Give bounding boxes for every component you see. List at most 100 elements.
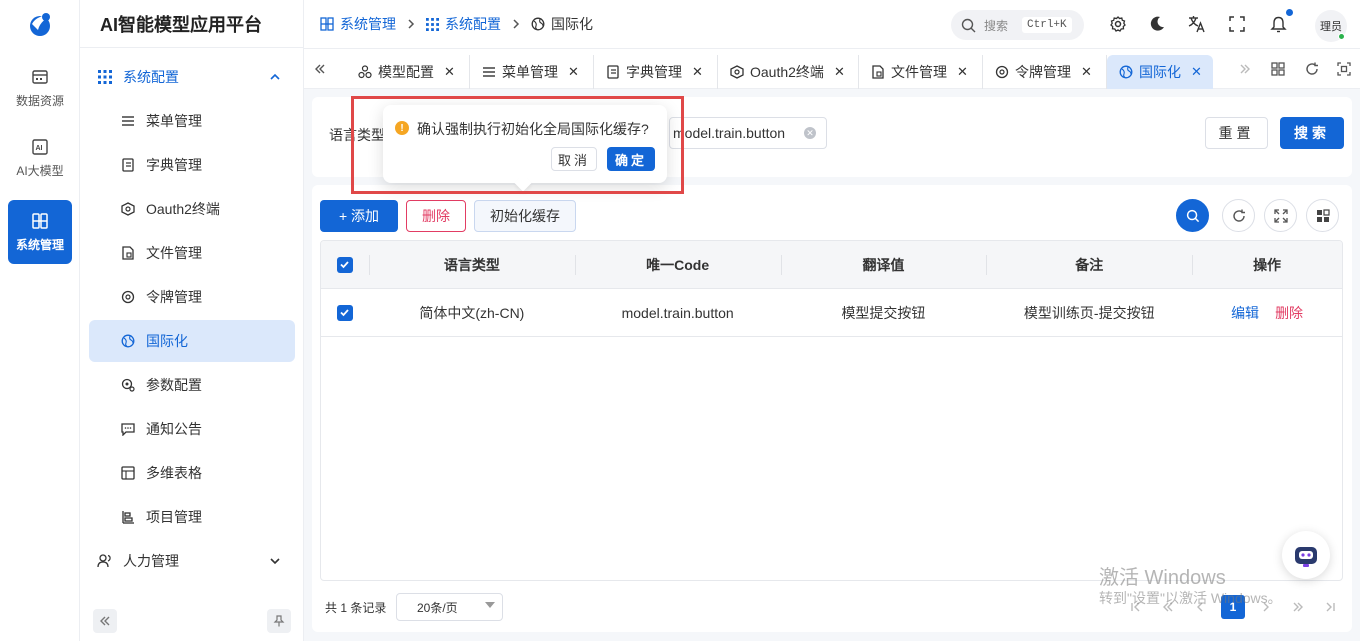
sidebar-item-notices[interactable]: 通知公告 <box>89 408 295 450</box>
sidebar-item-menu[interactable]: 菜单管理 <box>89 100 295 142</box>
last-page-button[interactable] <box>1318 595 1342 619</box>
tab-files[interactable]: 文件管理 ✕ <box>859 55 983 89</box>
tabs-scroll-left-button[interactable] <box>310 59 330 79</box>
tab-model-config[interactable]: 模型配置 ✕ <box>346 55 470 89</box>
breadcrumb-label: 国际化 <box>551 16 593 32</box>
rail-item-label: 系统管理 <box>15 237 64 252</box>
close-icon[interactable]: ✕ <box>957 64 968 80</box>
toggle-search-button[interactable] <box>1176 199 1209 232</box>
breadcrumb-item[interactable]: 系统管理 <box>320 14 396 34</box>
language-button[interactable] <box>1187 14 1207 34</box>
oauth-icon <box>730 65 744 79</box>
init-cache-button[interactable]: 初始化缓存 <box>474 200 576 232</box>
sidebar-item-oauth2[interactable]: Oauth2终端 <box>89 188 295 230</box>
chevron-right-icon <box>406 19 416 29</box>
table-icon <box>120 465 136 481</box>
collapse-sidebar-button[interactable] <box>93 609 117 633</box>
close-icon[interactable]: ✕ <box>834 64 845 80</box>
page-size-select[interactable]: 20条/页 <box>396 593 503 621</box>
table-header: 语言类型 唯一Code 翻译值 备注 操作 <box>321 241 1342 289</box>
pin-sidebar-button[interactable] <box>267 609 291 633</box>
code-input[interactable]: model.train.button ✕ <box>669 117 827 149</box>
avatar[interactable]: 理员 <box>1315 10 1347 42</box>
maximize-icon <box>1337 62 1351 76</box>
edit-link[interactable]: 编辑 <box>1231 303 1259 323</box>
file-icon <box>871 65 885 79</box>
sidebar-item-params[interactable]: 参数配置 <box>89 364 295 406</box>
sidebar-item-projects[interactable]: 项目管理 <box>89 496 295 538</box>
theme-toggle-button[interactable] <box>1147 14 1167 34</box>
menu-list-icon <box>482 65 496 79</box>
tabs-refresh-button[interactable] <box>1302 59 1322 79</box>
rail-item-data-resources[interactable]: 数据资源 <box>8 56 72 120</box>
bell-icon <box>1269 16 1287 32</box>
rail-item-label: AI大模型 <box>16 163 64 178</box>
popconfirm-ok-button[interactable]: 确定 <box>607 147 655 171</box>
app-logo[interactable] <box>0 0 79 48</box>
breadcrumb-item[interactable]: 系统配置 <box>426 14 501 34</box>
tab-dictionary[interactable]: 字典管理 ✕ <box>594 55 718 89</box>
ai-assistant-button[interactable] <box>1282 531 1330 579</box>
next-5-pages-button[interactable] <box>1286 595 1310 619</box>
close-icon[interactable]: ✕ <box>692 64 703 80</box>
chevron-right-icon <box>511 19 521 29</box>
tabs-overview-button[interactable] <box>1268 59 1288 79</box>
notifications-button[interactable] <box>1268 14 1288 34</box>
global-search[interactable]: 搜索 Ctrl+K <box>951 10 1084 40</box>
total-records: 共 1 条记录 <box>325 601 387 615</box>
sidebar-item-dictionary[interactable]: 字典管理 <box>89 144 295 186</box>
tabs-scroll-right-button[interactable] <box>1235 59 1255 79</box>
delete-link[interactable]: 删除 <box>1275 303 1303 323</box>
sidebar-item-label: 文件管理 <box>146 245 202 261</box>
column-header[interactable]: 备注 <box>986 241 1192 288</box>
close-icon[interactable]: ✕ <box>568 64 579 80</box>
fullscreen-button[interactable] <box>1227 14 1247 34</box>
double-chevron-right-icon <box>1293 602 1303 612</box>
sidebar-group-system-config[interactable]: 系统配置 <box>89 56 295 98</box>
notice-icon <box>120 421 136 437</box>
avatar-text: 理员 <box>1320 21 1342 33</box>
popconfirm-cancel-button[interactable]: 取消 <box>551 147 597 171</box>
select-all-cell <box>321 241 369 288</box>
fullscreen-table-button[interactable] <box>1264 199 1297 232</box>
column-settings-button[interactable] <box>1306 199 1339 232</box>
tab-menu[interactable]: 菜单管理 ✕ <box>470 55 594 89</box>
refresh-button[interactable] <box>1222 199 1255 232</box>
column-header[interactable]: 唯一Code <box>574 241 781 288</box>
clear-icon[interactable]: ✕ <box>804 127 816 139</box>
page-size-value: 20条/页 <box>417 600 458 615</box>
sidebar-item-files[interactable]: 文件管理 <box>89 232 295 274</box>
delete-button[interactable]: 删除 <box>406 200 466 232</box>
search-button[interactable]: 搜索 <box>1280 117 1344 149</box>
select-all-checkbox[interactable] <box>336 256 353 273</box>
tab-oauth2[interactable]: Oauth2终端 ✕ <box>718 55 859 89</box>
sidebar-item-tokens[interactable]: 令牌管理 <box>89 276 295 318</box>
sidebar-item-multi-table[interactable]: 多维表格 <box>89 452 295 494</box>
table-row[interactable]: 简体中文(zh-CN) model.train.button 模型提交按钮 模型… <box>321 289 1342 337</box>
close-icon[interactable]: ✕ <box>1081 64 1092 80</box>
reset-button[interactable]: 重置 <box>1205 117 1268 149</box>
top-header: 系统管理 系统配置 国际化 搜索 Ctrl+K 理员 <box>304 0 1360 49</box>
add-button[interactable]: + 添加 <box>320 200 398 232</box>
globe-icon <box>531 17 545 31</box>
cell-value: 模型提交按钮 <box>841 304 926 321</box>
file-icon <box>120 245 136 261</box>
tab-i18n[interactable]: 国际化 ✕ <box>1107 55 1213 89</box>
rail-item-system[interactable]: 系统管理 <box>8 200 72 264</box>
sidebar-item-i18n[interactable]: 国际化 <box>89 320 295 362</box>
sidebar-group-hr[interactable]: 人力管理 <box>89 540 295 582</box>
translate-icon <box>1188 16 1205 33</box>
oauth-icon <box>120 201 136 217</box>
rail-item-ai-models[interactable]: AI AI大模型 <box>8 126 72 190</box>
tabs-maximize-button[interactable] <box>1334 59 1354 79</box>
settings-button[interactable] <box>1108 14 1128 34</box>
close-icon[interactable]: ✕ <box>444 64 455 80</box>
column-header[interactable]: 语言类型 <box>368 241 575 288</box>
popconfirm-message: 确认强制执行初始化全局国际化缓存? <box>417 121 649 137</box>
rail-item-label: 数据资源 <box>15 93 64 108</box>
breadcrumb-label: 系统配置 <box>445 16 501 32</box>
tab-tokens[interactable]: 令牌管理 ✕ <box>983 55 1107 89</box>
column-header[interactable]: 翻译值 <box>780 241 987 288</box>
row-checkbox[interactable] <box>336 304 353 321</box>
close-icon[interactable]: ✕ <box>1191 64 1202 80</box>
